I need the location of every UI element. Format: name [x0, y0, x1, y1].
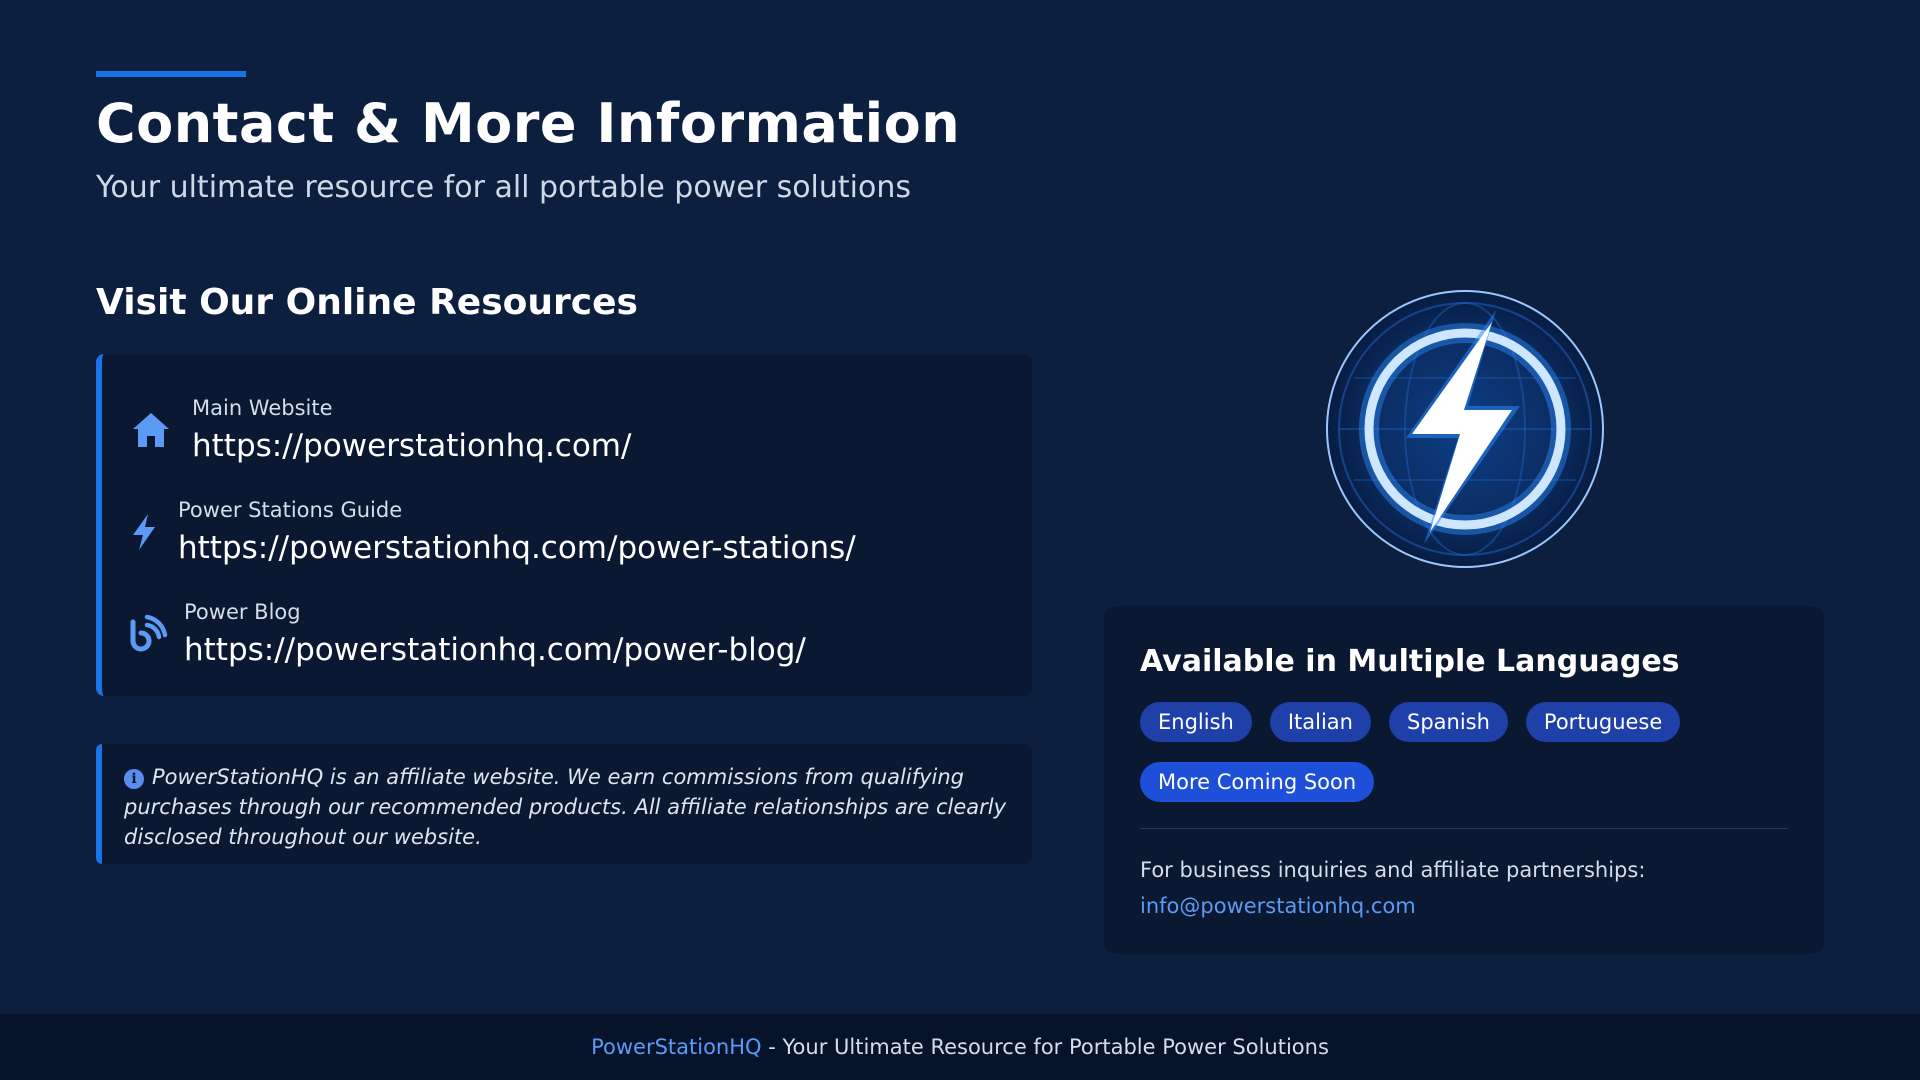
title-accent-bar: [96, 71, 246, 77]
footer: PowerStationHQ - Your Ultimate Resource …: [0, 1014, 1920, 1080]
resources-card: Main Website https://powerstationhq.com/…: [96, 354, 1032, 696]
resource-main-website[interactable]: Main Website https://powerstationhq.com/: [128, 396, 631, 464]
page-subtitle: Your ultimate resource for all portable …: [96, 170, 911, 205]
info-icon: i: [124, 769, 144, 789]
resource-label: Power Stations Guide: [178, 498, 403, 522]
language-tags-more: More Coming Soon: [1140, 762, 1392, 802]
page-title: Contact & More Information: [96, 92, 961, 155]
main-website-link[interactable]: https://powerstationhq.com/: [192, 428, 631, 464]
footer-tagline: - Your Ultimate Resource for Portable Po…: [761, 1035, 1329, 1059]
blog-icon: [128, 611, 168, 657]
resource-label: Main Website: [192, 396, 333, 420]
power-blog-link[interactable]: https://powerstationhq.com/power-blog/: [184, 632, 806, 668]
affiliate-disclaimer: i PowerStationHQ is an affiliate website.…: [96, 744, 1032, 864]
contact-email-link[interactable]: info@powerstationhq.com: [1140, 894, 1416, 918]
resource-power-blog[interactable]: Power Blog https://powerstationhq.com/po…: [128, 600, 806, 668]
resource-label: Power Blog: [184, 600, 301, 624]
languages-card: Available in Multiple Languages English …: [1104, 606, 1824, 954]
disclaimer-text: PowerStationHQ is an affiliate website. …: [124, 765, 1007, 849]
language-tag-english[interactable]: English: [1140, 702, 1252, 742]
resources-heading: Visit Our Online Resources: [96, 282, 638, 323]
lightning-globe-logo: [1324, 288, 1606, 570]
languages-title: Available in Multiple Languages: [1140, 644, 1680, 679]
language-tag-portuguese[interactable]: Portuguese: [1525, 702, 1681, 742]
language-tag-italian[interactable]: Italian: [1269, 702, 1371, 742]
footer-brand[interactable]: PowerStationHQ: [591, 1035, 761, 1059]
power-stations-link[interactable]: https://powerstationhq.com/power-station…: [178, 530, 856, 566]
language-tags: English Italian Spanish Portuguese: [1140, 702, 1698, 742]
business-inquiry-text: For business inquiries and affiliate par…: [1140, 858, 1646, 882]
language-tag-more-coming-soon[interactable]: More Coming Soon: [1140, 762, 1375, 802]
card-divider: [1140, 828, 1788, 829]
language-tag-spanish[interactable]: Spanish: [1388, 702, 1508, 742]
bolt-icon: [126, 509, 162, 555]
home-icon: [128, 407, 174, 453]
resource-power-stations-guide[interactable]: Power Stations Guide https://powerstatio…: [126, 498, 856, 566]
